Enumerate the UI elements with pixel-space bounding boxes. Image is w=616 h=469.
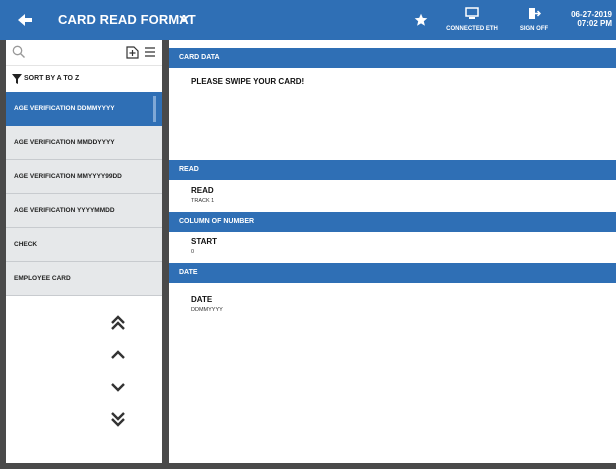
star-icon[interactable]	[414, 13, 428, 27]
list-item-label: AGE VERIFICATION MMYYYY99DD	[14, 173, 122, 180]
menu-icon[interactable]	[144, 46, 156, 58]
sort-control[interactable]: SORT BY A TO Z	[6, 66, 162, 92]
chevron-down-icon[interactable]	[179, 11, 189, 25]
list-item[interactable]: AGE VERIFICATION MMDDYYYY	[6, 126, 162, 160]
double-chevron-up-icon[interactable]	[106, 308, 130, 338]
section-header-column: COLUMN OF NUMBER	[169, 212, 616, 232]
network-icon	[465, 7, 479, 19]
read-field-label[interactable]: READ	[191, 186, 214, 195]
chevron-up-icon[interactable]	[106, 340, 130, 370]
format-list: AGE VERIFICATION DDMMYYYY AGE VERIFICATI…	[6, 92, 162, 296]
chevron-down-icon[interactable]	[106, 372, 130, 402]
search-icon[interactable]	[12, 45, 26, 59]
start-field-label[interactable]: START	[191, 237, 217, 246]
date-field-value[interactable]: DDMMYYYY	[191, 307, 223, 313]
read-field-value[interactable]: TRACK 1	[191, 198, 214, 204]
sort-label: SORT BY A TO Z	[24, 75, 80, 82]
back-arrow-icon[interactable]	[14, 9, 36, 31]
search-bar	[6, 40, 162, 66]
list-item-label: AGE VERIFICATION MMDDYYYY	[14, 139, 115, 146]
page-title[interactable]: CARD READ FORMAT	[58, 12, 196, 27]
list-item[interactable]: AGE VERIFICATION DDMMYYYY	[6, 92, 162, 126]
list-item[interactable]: AGE VERIFICATION MMYYYY99DD	[6, 160, 162, 194]
sign-off-button[interactable]: SIGN OFF	[516, 7, 552, 32]
scroll-indicator	[153, 96, 156, 122]
add-icon[interactable]	[126, 46, 139, 59]
sign-off-label: SIGN OFF	[519, 26, 549, 32]
list-item-label: EMPLOYEE CARD	[14, 275, 71, 282]
funnel-icon	[12, 74, 22, 84]
start-field-value[interactable]: 0	[191, 249, 194, 255]
list-item[interactable]: EMPLOYEE CARD	[6, 262, 162, 296]
list-item-label: AGE VERIFICATION YYYYMMDD	[14, 207, 115, 214]
list-item-label: AGE VERIFICATION DDMMYYYY	[14, 105, 115, 112]
sign-off-icon	[529, 8, 542, 19]
date-text: 06-27-2019	[571, 10, 612, 19]
section-header-read: READ	[169, 160, 616, 180]
list-item-label: CHECK	[14, 241, 38, 248]
section-header-card-data: CARD DATA	[169, 48, 616, 68]
connection-status[interactable]: CONNECTED ETH	[442, 7, 502, 32]
section-header-date: DATE	[169, 263, 616, 283]
top-bar: CARD READ FORMAT CONNECTED ETH SIGN OFF …	[0, 0, 616, 40]
double-chevron-down-icon[interactable]	[106, 404, 130, 434]
sidebar: SORT BY A TO Z AGE VERIFICATION DDMMYYYY…	[6, 40, 162, 463]
date-time: 06-27-2019 07:02 PM	[571, 10, 612, 28]
connection-label: CONNECTED ETH	[446, 26, 498, 32]
date-field-label[interactable]: DATE	[191, 295, 212, 304]
list-item[interactable]: CHECK	[6, 228, 162, 262]
list-item[interactable]: AGE VERIFICATION YYYYMMDD	[6, 194, 162, 228]
detail-panel: CARD DATA PLEASE SWIPE YOUR CARD! READ R…	[169, 40, 616, 463]
time-text: 07:02 PM	[577, 19, 612, 28]
swipe-message: PLEASE SWIPE YOUR CARD!	[191, 77, 305, 86]
scroll-controls	[106, 308, 130, 436]
